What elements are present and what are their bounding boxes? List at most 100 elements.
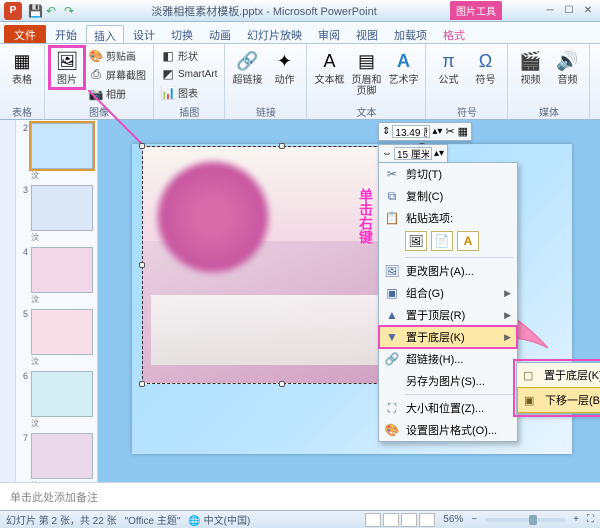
redo-icon[interactable]: ↷ <box>64 4 78 18</box>
action-icon: ✦ <box>272 49 296 73</box>
paste-option-1[interactable]: 🖼 <box>405 231 427 251</box>
group-media: 🎬视频 🔊音频 媒体 <box>508 44 590 119</box>
zoom-in[interactable]: + <box>573 514 579 525</box>
menu-size-position[interactable]: ⛶大小和位置(Z)... <box>379 397 517 419</box>
menu-copy[interactable]: ⧉复制(C) <box>379 185 517 207</box>
thumbnail-2[interactable]: 2汶 <box>18 123 95 181</box>
tab-addins[interactable]: 加载项 <box>387 25 434 43</box>
submenu-send-backward[interactable]: ▣下移一层(B) <box>517 387 600 413</box>
size-toolbar: ⇕▴▾ ✂ ▦ <box>378 122 472 141</box>
send-backward-icon: ▣ <box>524 394 540 407</box>
app-icon[interactable]: P <box>4 2 22 20</box>
view-slideshow[interactable] <box>419 513 435 527</box>
chevron-right-icon: ▶ <box>504 332 511 343</box>
chart-icon: 📊 <box>161 86 175 100</box>
status-bar: 幻灯片 第 2 张，共 22 张 "Office 主题" 🌐 中文(中国) 56… <box>0 510 600 528</box>
bring-front-icon: ▲ <box>383 307 401 323</box>
view-sorter[interactable] <box>383 513 399 527</box>
shapes-button[interactable]: ◧形状 <box>159 47 219 64</box>
format-icon: 🎨 <box>383 422 401 438</box>
action-button[interactable]: ✦ 动作 <box>267 47 301 88</box>
width-field[interactable] <box>394 147 432 160</box>
tab-animations[interactable]: 动画 <box>202 25 238 43</box>
slide-canvas[interactable]: 单击右键 ⇕▴▾ ✂ ▦ ⇔▴▾ ✂剪切(T) ⧉复制(C) 📋粘贴选项: 🖼 … <box>98 120 600 482</box>
crop-icon[interactable]: ✂ <box>445 125 454 138</box>
menu-bring-front[interactable]: ▲置于顶层(R)▶ <box>379 304 517 326</box>
send-back-icon: ▢ <box>523 369 539 382</box>
status-lang[interactable]: 🌐 中文(中国) <box>188 512 250 527</box>
thumbnail-5[interactable]: 5汶 <box>18 309 95 367</box>
minimize-icon[interactable]: ─ <box>542 4 558 18</box>
menu-hyperlink[interactable]: 🔗超链接(H)... <box>379 348 517 370</box>
group-illustrations: ◧形状 ◩SmartArt 📊图表 插图 <box>154 44 225 119</box>
tab-transitions[interactable]: 切换 <box>164 25 200 43</box>
height-icon: ⇕ <box>382 126 390 137</box>
symbol-icon: Ω <box>473 49 497 73</box>
smartart-button[interactable]: ◩SmartArt <box>159 66 219 82</box>
menu-send-back[interactable]: ▼置于底层(K)▶ <box>379 326 517 348</box>
maximize-icon[interactable]: ☐ <box>561 4 577 18</box>
tab-insert[interactable]: 插入 <box>86 25 124 43</box>
album-button[interactable]: 📷相册 <box>87 85 148 102</box>
tab-design[interactable]: 设计 <box>126 25 162 43</box>
notes-pane[interactable]: 单击此处添加备注 <box>0 482 600 510</box>
tab-file[interactable]: 文件 <box>4 25 46 43</box>
paste-option-3[interactable]: A <box>457 231 479 251</box>
tab-slideshow[interactable]: 幻灯片放映 <box>240 25 309 43</box>
wordart-icon: A <box>391 49 415 73</box>
clipart-button[interactable]: 🎨剪贴画 <box>87 47 148 64</box>
video-icon: 🎬 <box>518 49 542 73</box>
thumbnail-3[interactable]: 3汶 <box>18 185 95 243</box>
thumbnail-6[interactable]: 6汶 <box>18 371 95 429</box>
ribbon-tabs: 文件 开始 插入 设计 切换 动画 幻灯片放映 审阅 视图 加载项 格式 <box>0 22 600 44</box>
textbox-button[interactable]: A文本框 <box>312 47 346 88</box>
wordart-button[interactable]: A艺术字 <box>386 47 420 88</box>
view-normal[interactable] <box>365 513 381 527</box>
undo-icon[interactable]: ↶ <box>46 4 60 18</box>
hyperlink-button[interactable]: 🔗 超链接 <box>230 47 264 88</box>
chart-button[interactable]: 📊图表 <box>159 84 219 101</box>
height-field[interactable] <box>392 125 430 138</box>
menu-group[interactable]: ▣组合(G)▶ <box>379 282 517 304</box>
save-icon[interactable]: 💾 <box>28 4 42 18</box>
paste-icon: 📋 <box>383 210 401 226</box>
zoom-label[interactable]: 56% <box>443 514 463 525</box>
tab-format[interactable]: 格式 <box>436 25 472 43</box>
tab-home[interactable]: 开始 <box>48 25 84 43</box>
menu-cut[interactable]: ✂剪切(T) <box>379 163 517 185</box>
tab-view[interactable]: 视图 <box>349 25 385 43</box>
screenshot-button[interactable]: ⎙屏幕截图 <box>87 66 148 83</box>
equation-icon: π <box>436 49 460 73</box>
textbox-icon: A <box>317 49 341 73</box>
thumbnail-tabs[interactable] <box>0 120 16 482</box>
audio-icon: 🔊 <box>555 49 579 73</box>
picture-icon: 🖼 <box>55 49 79 73</box>
picture-button[interactable]: 🖼 图片 <box>50 47 84 88</box>
menu-paste-label: 📋粘贴选项: <box>379 207 517 229</box>
symbol-button[interactable]: Ω符号 <box>468 47 502 88</box>
menu-save-as-picture[interactable]: 另存为图片(S)... <box>379 370 517 392</box>
zoom-out[interactable]: − <box>471 514 477 525</box>
thumbnail-list[interactable]: 2汶 3汶 4汶 5汶 6汶 7汶 8汶 <box>16 120 97 482</box>
more-icon[interactable]: ▦ <box>458 125 468 138</box>
menu-change-picture[interactable]: 🖼更改图片(A)... <box>379 260 517 282</box>
send-back-icon: ▼ <box>383 329 401 345</box>
group-images: 🖼 图片 🎨剪贴画 ⎙屏幕截图 📷相册 图像 <box>45 44 154 119</box>
paste-option-2[interactable]: 📄 <box>431 231 453 251</box>
view-reading[interactable] <box>401 513 417 527</box>
chevron-right-icon: ▶ <box>504 288 511 299</box>
equation-button[interactable]: π公式 <box>431 47 465 88</box>
video-button[interactable]: 🎬视频 <box>513 47 547 88</box>
fit-icon[interactable]: ⛶ <box>587 514 594 525</box>
table-button[interactable]: ▦ 表格 <box>5 47 39 88</box>
thumbnail-4[interactable]: 4汶 <box>18 247 95 305</box>
audio-button[interactable]: 🔊音频 <box>550 47 584 88</box>
shapes-icon: ◧ <box>161 49 175 63</box>
header-footer-button[interactable]: ▤页眉和页脚 <box>349 47 383 99</box>
menu-format-picture[interactable]: 🎨设置图片格式(O)... <box>379 419 517 441</box>
submenu-send-to-back[interactable]: ▢置于底层(K) <box>517 363 600 387</box>
zoom-slider[interactable] <box>485 518 565 522</box>
thumbnail-7[interactable]: 7汶 <box>18 433 95 482</box>
tab-review[interactable]: 审阅 <box>311 25 347 43</box>
close-icon[interactable]: ✕ <box>580 4 596 18</box>
